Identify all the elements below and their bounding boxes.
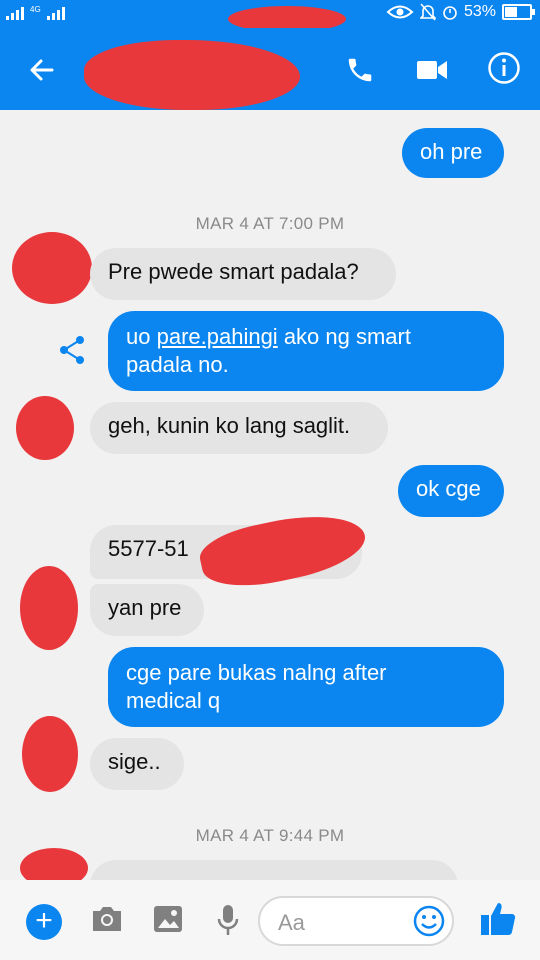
alarm-icon — [443, 6, 457, 20]
message-outgoing[interactable]: oh pre — [402, 128, 504, 178]
emoji-icon[interactable] — [412, 904, 446, 943]
message-incoming[interactable]: sige.. — [90, 738, 184, 790]
battery-icon — [502, 4, 535, 20]
message-incoming[interactable]: yan pre — [90, 584, 204, 636]
gallery-icon[interactable] — [152, 904, 184, 939]
back-arrow-icon[interactable] — [22, 50, 62, 90]
signal-bars-icon — [6, 4, 24, 20]
message-incoming-partial[interactable] — [90, 860, 458, 880]
info-icon[interactable] — [484, 48, 524, 88]
signal-indicators: 4G — [6, 4, 65, 20]
network-type: 4G — [30, 5, 41, 14]
mute-bell-icon — [419, 3, 436, 21]
avatar — [12, 232, 92, 304]
plus-icon[interactable]: + — [26, 904, 62, 940]
message-link[interactable]: pare.pahingi — [157, 324, 278, 349]
message-incoming[interactable]: geh, kunin ko lang saglit. — [90, 402, 388, 454]
redaction-phone-number — [195, 503, 371, 597]
avatar — [16, 396, 74, 460]
battery-percent: 53% — [463, 3, 496, 20]
microphone-icon[interactable] — [216, 903, 240, 942]
message-outgoing[interactable]: uo pare.pahingi ako ng smart padala no. — [108, 311, 504, 391]
eye-icon — [386, 5, 414, 19]
redaction-contact — [84, 40, 300, 110]
message-outgoing[interactable]: cge pare bukas nalng after medical q — [108, 647, 504, 727]
thumbs-up-icon[interactable] — [480, 900, 516, 943]
avatar — [20, 848, 88, 880]
message-outgoing[interactable]: ok cge — [398, 465, 504, 517]
phone-icon[interactable] — [340, 50, 380, 90]
avatar — [20, 566, 78, 650]
camera-icon[interactable] — [90, 904, 124, 939]
message-list[interactable]: oh pre MAR 4 AT 7:00 PM Pre pwede smart … — [0, 110, 540, 880]
message-incoming[interactable]: Pre pwede smart padala? — [90, 248, 396, 300]
avatar — [22, 716, 78, 792]
video-camera-icon[interactable] — [412, 50, 452, 90]
status-right: 53% — [386, 3, 535, 21]
timestamp: MAR 4 AT 9:44 PM — [195, 826, 345, 845]
signal-bars-icon-2 — [46, 4, 65, 20]
timestamp: MAR 4 AT 7:00 PM — [195, 214, 345, 233]
message-input-placeholder: Aa — [278, 910, 305, 935]
share-icon[interactable] — [56, 334, 88, 371]
